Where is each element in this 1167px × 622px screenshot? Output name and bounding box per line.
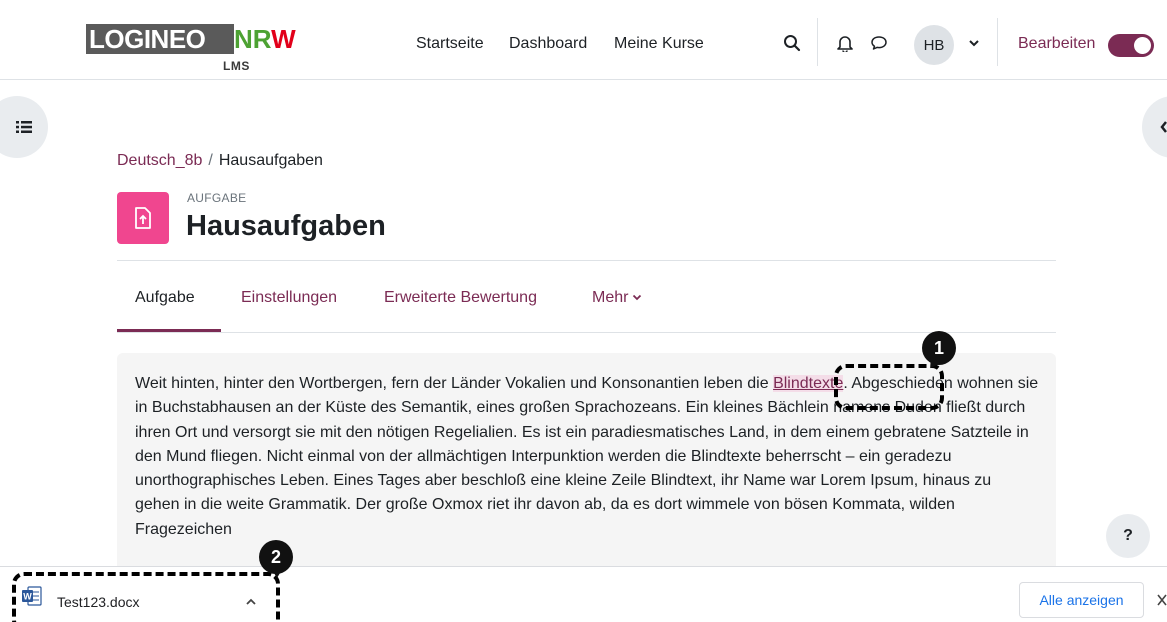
logo-lms-text: LMS bbox=[223, 59, 250, 73]
breadcrumb-course-link[interactable]: Deutsch_8b bbox=[117, 152, 202, 169]
svg-text:W: W bbox=[23, 592, 32, 602]
browser-download-bar: W Test123.docx Alle anzeigen bbox=[0, 566, 1167, 622]
logo-nrw-text: NRW bbox=[234, 24, 296, 54]
assignment-intro: Weit hinten, hinter den Wortbergen, fern… bbox=[117, 353, 1056, 593]
chevron-left-icon bbox=[1160, 121, 1167, 133]
bell-icon[interactable] bbox=[832, 30, 858, 56]
intro-text: Weit hinten, hinter den Wortbergen, fern… bbox=[135, 375, 1039, 538]
chat-bubble-icon[interactable] bbox=[866, 30, 892, 56]
chevron-down-icon bbox=[633, 295, 642, 301]
callout-badge-tail-2 bbox=[271, 568, 283, 578]
navbar-divider bbox=[817, 18, 818, 66]
toggle-knob bbox=[1134, 37, 1151, 54]
edit-mode-toggle[interactable] bbox=[1108, 34, 1154, 57]
tab-aufgabe[interactable]: Aufgabe bbox=[135, 289, 195, 307]
activity-type-label: AUFGABE bbox=[187, 191, 247, 205]
page-title: Hausaufgaben bbox=[186, 210, 386, 242]
list-icon bbox=[16, 121, 32, 133]
chevron-up-icon[interactable] bbox=[245, 593, 257, 609]
download-file-name: Test123.docx bbox=[57, 594, 140, 610]
chevron-down-icon[interactable] bbox=[961, 30, 987, 56]
assignment-icon bbox=[117, 192, 169, 244]
logo-main-text: LOGINEO bbox=[86, 24, 234, 54]
tab-einstellungen[interactable]: Einstellungen bbox=[241, 289, 337, 307]
breadcrumb: Deutsch_8b / Hausaufgaben bbox=[117, 152, 323, 170]
nav-link-startseite[interactable]: Startseite bbox=[416, 35, 484, 53]
navbar-divider bbox=[997, 18, 998, 66]
download-item[interactable]: W bbox=[14, 576, 274, 616]
tab-erweiterte-bewertung[interactable]: Erweiterte Bewertung bbox=[384, 289, 537, 307]
nav-link-dashboard[interactable]: Dashboard bbox=[509, 35, 587, 53]
tab-mehr-label: Mehr bbox=[592, 289, 629, 306]
block-drawer-toggle[interactable] bbox=[1142, 96, 1167, 158]
nav-link-meine-kurse[interactable]: Meine Kurse bbox=[614, 35, 704, 53]
show-all-downloads-button[interactable]: Alle anzeigen bbox=[1019, 582, 1144, 618]
top-navbar: LOGINEO NRW LMS Startseite Dashboard Mei… bbox=[0, 0, 1167, 80]
help-button[interactable]: ? bbox=[1106, 514, 1150, 558]
user-avatar[interactable]: HB bbox=[914, 25, 954, 65]
breadcrumb-separator: / bbox=[208, 152, 213, 169]
edit-mode-label[interactable]: Bearbeiten bbox=[1018, 35, 1095, 53]
secondary-navigation: Aufgabe Einstellungen Erweiterte Bewertu… bbox=[117, 270, 1056, 333]
blindtexte-link[interactable]: Blindtexte bbox=[773, 375, 844, 392]
close-icon[interactable] bbox=[1157, 590, 1167, 611]
active-tab-indicator bbox=[117, 329, 221, 332]
header-divider bbox=[117, 260, 1056, 261]
moodle-page: LOGINEO NRW LMS Startseite Dashboard Mei… bbox=[0, 0, 1167, 622]
logineo-logo[interactable]: LOGINEO NRW LMS bbox=[86, 11, 296, 73]
tab-mehr[interactable]: Mehr bbox=[592, 289, 642, 307]
breadcrumb-current: Hausaufgaben bbox=[218, 152, 323, 169]
search-icon[interactable] bbox=[779, 30, 805, 56]
course-index-toggle[interactable] bbox=[0, 96, 48, 158]
word-document-icon: W bbox=[22, 586, 42, 606]
